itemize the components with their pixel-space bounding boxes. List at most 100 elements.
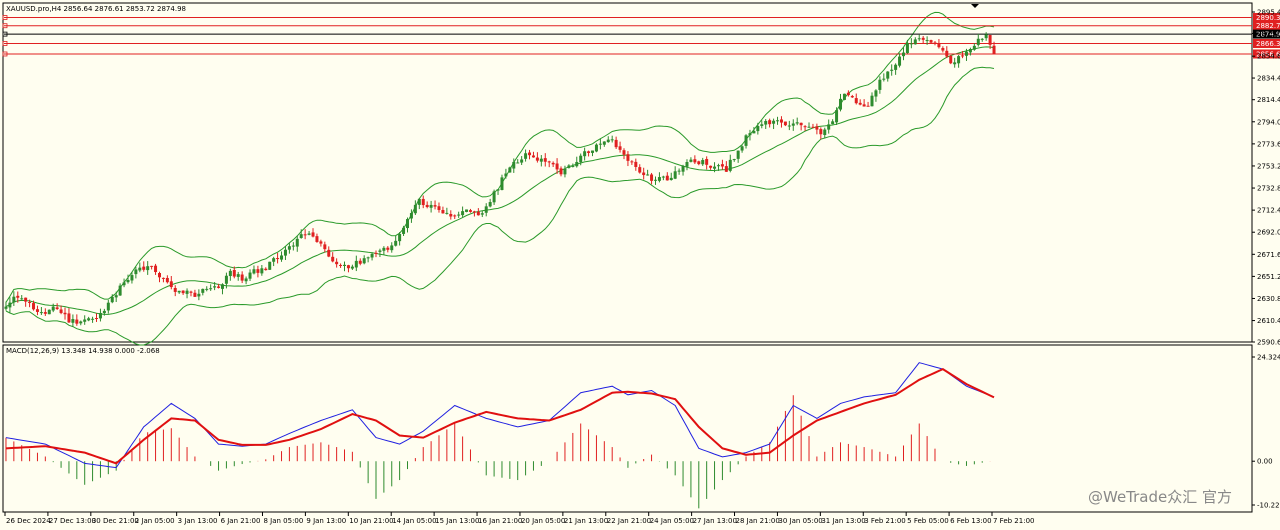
candle-body	[669, 177, 673, 181]
candle-body	[685, 162, 689, 167]
candle-body	[441, 209, 445, 214]
candle-body	[665, 175, 669, 181]
candle-body	[303, 234, 307, 236]
candle-body	[610, 139, 614, 141]
candle-body	[917, 38, 921, 40]
level-tag-label: 2866.32	[1256, 40, 1280, 48]
candle-body	[150, 265, 154, 267]
x-tick-label: 30 Jan 05:00	[778, 517, 822, 525]
candle-body	[213, 286, 217, 288]
candle-body	[55, 307, 59, 309]
candle-body	[142, 266, 146, 270]
candle-body	[71, 319, 75, 323]
candle-body	[791, 123, 795, 126]
candle-body	[850, 96, 854, 98]
x-tick-label: 15 Jan 13:00	[435, 517, 479, 525]
candle-body	[287, 246, 291, 250]
candle-body	[783, 121, 787, 126]
candle-body	[878, 79, 882, 90]
x-tick-label: 21 Jan 13:00	[564, 517, 608, 525]
candle-body	[854, 98, 858, 104]
x-tick-label: 24 Jan 05:00	[650, 517, 694, 525]
x-tick-label: 3 Feb 21:00	[864, 517, 905, 525]
candle-body	[283, 249, 287, 256]
candle-body	[272, 258, 276, 262]
candle-body	[4, 306, 8, 309]
candle-body	[244, 278, 248, 282]
candle-body	[661, 176, 665, 178]
candle-body	[504, 173, 508, 177]
y-tick-label: 2854.60	[1257, 53, 1280, 61]
candle-body	[516, 162, 520, 164]
candle-body	[720, 164, 724, 167]
candle-body	[724, 166, 728, 172]
candle-body	[980, 38, 984, 40]
candle-body	[43, 312, 47, 314]
candle-body	[941, 48, 945, 51]
candle-body	[913, 39, 917, 45]
candle-body	[366, 257, 370, 259]
candle-body	[28, 301, 32, 303]
candle-body	[457, 214, 461, 216]
candle-body	[559, 168, 563, 175]
candle-body	[567, 165, 571, 168]
y-tick-label: 2834.40	[1257, 75, 1280, 83]
candle-body	[602, 141, 606, 145]
candle-body	[260, 268, 264, 274]
candle-body	[248, 272, 252, 279]
candle-body	[909, 43, 913, 45]
candle-body	[402, 227, 406, 234]
candle-body	[307, 233, 311, 235]
candle-body	[693, 159, 697, 163]
candle-body	[421, 198, 425, 206]
candle-body	[949, 55, 953, 64]
candle-body	[689, 159, 693, 162]
chart-background	[0, 0, 1280, 530]
candle-body	[24, 297, 28, 302]
candle-body	[157, 273, 161, 278]
candle-body	[323, 244, 327, 250]
y-tick-label: 2753.20	[1257, 162, 1280, 170]
candle-body	[315, 236, 319, 242]
candle-body	[87, 318, 91, 321]
candle-body	[630, 161, 634, 163]
candle-body	[118, 285, 122, 296]
y-tick-label: 2590.60	[1257, 339, 1280, 347]
candle	[47, 309, 51, 315]
x-tick-label: 31 Jan 13:00	[821, 517, 865, 525]
candle-body	[976, 38, 980, 45]
candle-body	[756, 126, 760, 132]
candle-body	[350, 266, 354, 269]
candle-body	[972, 45, 976, 50]
candle-body	[445, 212, 449, 214]
candle-body	[803, 126, 807, 128]
candle-body	[697, 161, 701, 165]
x-tick-label: 16 Jan 21:00	[478, 517, 522, 525]
x-tick-label: 7 Feb 21:00	[993, 517, 1034, 525]
candle-body	[677, 170, 681, 172]
y-tick-label: 2712.40	[1257, 207, 1280, 215]
candle-body	[571, 165, 575, 167]
candle-body	[378, 250, 382, 252]
candle-body	[705, 158, 709, 165]
candle-body	[732, 159, 736, 161]
candle-body	[374, 252, 378, 254]
candle-body	[291, 245, 295, 247]
chart-canvas: 2890.302882.732874.982866.322856.62 2895…	[0, 0, 1280, 530]
candle-body	[394, 240, 398, 246]
candle-body	[795, 122, 799, 124]
candle-body	[205, 288, 209, 290]
candle-body	[346, 265, 350, 269]
candle-body	[508, 167, 512, 173]
candle-body	[811, 126, 815, 128]
candle-body	[799, 122, 803, 126]
candle-body	[591, 150, 595, 153]
candle-body	[102, 310, 106, 314]
x-tick-label: 2 Jan 05:00	[135, 517, 175, 525]
watermark: @WeTrade众汇 官方	[1088, 488, 1232, 506]
macd-y-tick-label: 24.324	[1257, 354, 1280, 362]
candle-body	[831, 121, 835, 125]
candle-body	[189, 291, 193, 293]
candle-body	[957, 56, 961, 64]
candle-body	[752, 130, 756, 134]
